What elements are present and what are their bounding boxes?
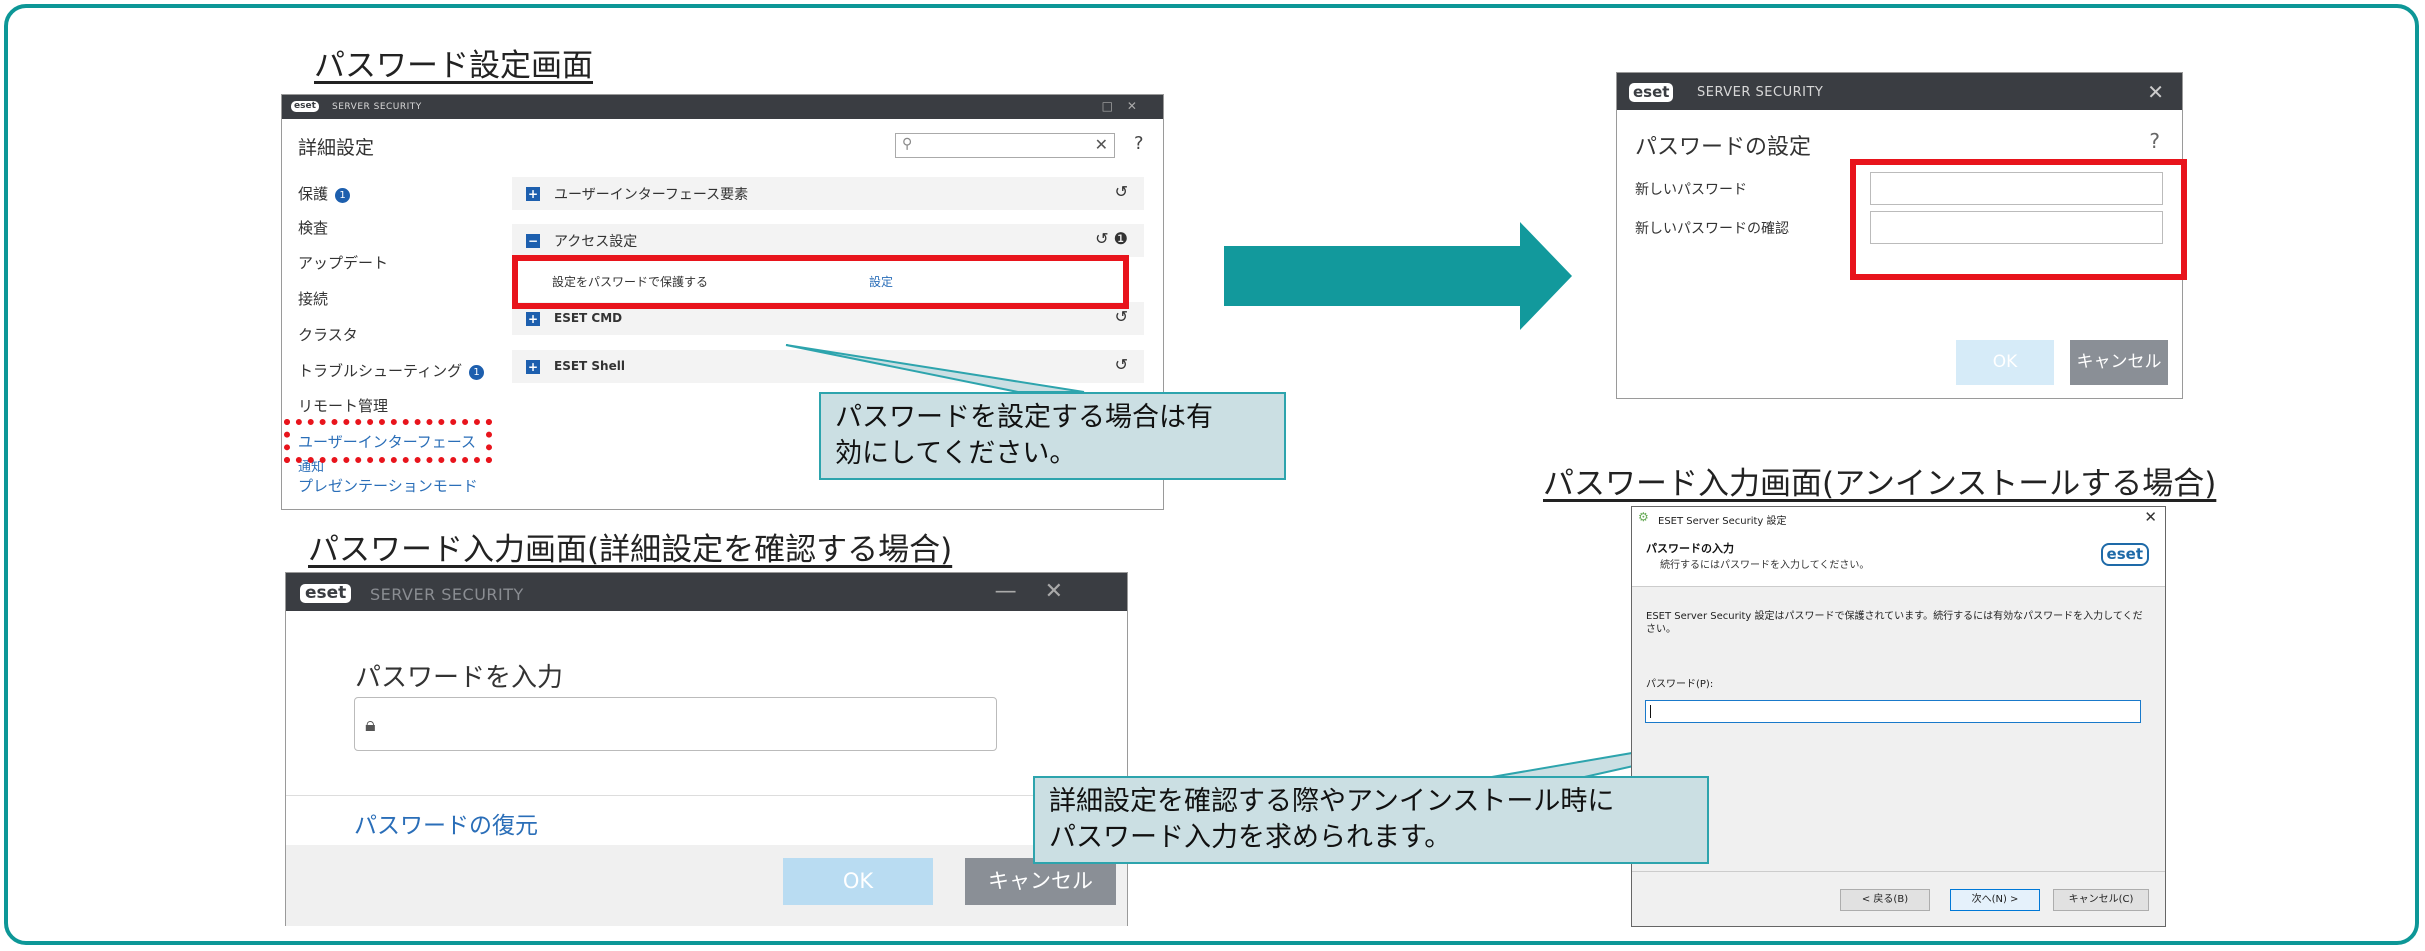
password-input[interactable]: 🔒︎ [354, 697, 997, 751]
callout-set-password-note: パスワードを設定する場合は有 効にしてください。 [819, 392, 1286, 480]
divider [1632, 871, 2165, 872]
transition-arrow [1224, 222, 1572, 330]
close-icon[interactable]: ✕ [2144, 508, 2157, 526]
dialog-footer: OK キャンセル [286, 845, 1127, 926]
title-bar: ⚙ ESET Server Security 設定 ✕ [1632, 507, 2165, 529]
title-bar: eset SERVER SECURITY ✕ [1617, 73, 2182, 110]
divider [286, 795, 1127, 796]
header-subtitle: 続行するにはパスワードを入力してください。 [1660, 560, 1870, 571]
ok-button[interactable]: OK [1956, 340, 2054, 385]
cancel-button[interactable]: キャンセル [2070, 340, 2168, 385]
dialog-title: パスワードを入力 [355, 663, 564, 693]
recover-password-link[interactable]: パスワードの復元 [354, 806, 538, 840]
minimize-icon[interactable]: — [995, 579, 1045, 604]
product-name: SERVER SECURITY [370, 585, 524, 604]
eset-logo: eset [1629, 83, 1674, 102]
ok-button[interactable]: OK [783, 858, 933, 905]
enter-password-dialog: eset SERVER SECURITY —✕ パスワードを入力 🔒︎ パスワー… [285, 572, 1128, 926]
product-name: SERVER SECURITY [1697, 85, 1824, 100]
back-button[interactable]: < 戻る(B) [1840, 889, 1930, 911]
text-caret [1650, 705, 1651, 718]
header-title: パスワードの入力 [1646, 542, 1734, 555]
header-band: パスワードの入力 続行するにはパスワードを入力してください。 eset [1632, 529, 2165, 587]
close-icon[interactable]: ✕ [2147, 80, 2164, 104]
eset-logo: eset [2100, 543, 2149, 566]
callout-pointer-top [785, 344, 1085, 393]
highlight-password-fields [1850, 159, 2187, 280]
cancel-button[interactable]: キャンセル [965, 858, 1116, 905]
new-password-label: 新しいパスワード [1635, 182, 1747, 198]
next-button[interactable]: 次へ(N) > [1950, 889, 2040, 911]
description-text: ESET Server Security 設定はパスワードで保護されています。続… [1646, 611, 2143, 635]
password-input[interactable] [1645, 700, 2141, 723]
password-label: パスワード(P): [1646, 679, 1714, 690]
dialog-title: パスワードの設定 [1635, 135, 1812, 160]
window-title: ESET Server Security 設定 [1658, 516, 1787, 527]
lock-icon: 🔒︎ [365, 712, 376, 736]
cancel-button[interactable]: キャンセル(C) [2053, 889, 2149, 911]
confirm-password-label: 新しいパスワードの確認 [1635, 221, 1789, 237]
uninstall-password-dialog: ⚙ ESET Server Security 設定 ✕ パスワードの入力 続行す… [1631, 506, 2166, 927]
installer-icon: ⚙ [1638, 510, 1649, 524]
callout-password-prompt-note: 詳細設定を確認する際やアンインストール時に パスワード入力を求められます。 [1033, 776, 1709, 864]
close-icon[interactable]: ✕ [1045, 579, 1091, 604]
eset-logo: eset [300, 584, 352, 603]
window-controls[interactable]: —✕ [995, 579, 1091, 604]
help-icon[interactable]: ? [2149, 129, 2160, 153]
title-bar: eset SERVER SECURITY —✕ [286, 573, 1127, 611]
